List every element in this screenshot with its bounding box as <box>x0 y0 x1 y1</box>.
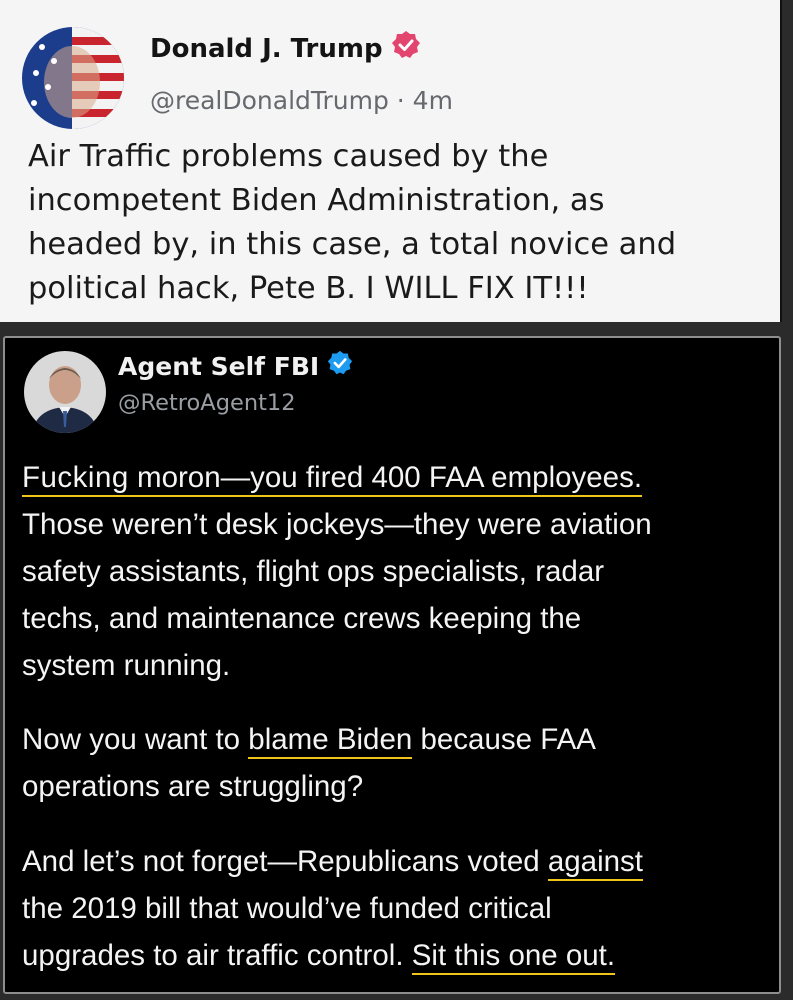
author-name[interactable]: Agent Self FBI <box>118 350 353 382</box>
original-post: Donald J. Trump @realDonaldTrump · 4m Ai… <box>0 0 782 322</box>
reply-post: Agent Self FBI @RetroAgent12 Fucking mor… <box>3 336 781 994</box>
text-line: Now you want to blame Biden because FAA <box>22 716 772 763</box>
text-line: And let’s not forget—Republicans voted a… <box>22 838 772 885</box>
avatar[interactable] <box>22 27 124 129</box>
text-line: operations are struggling? <box>22 770 364 803</box>
text-line: system running. <box>22 649 231 682</box>
text-line: techs, and maintenance crews keeping the <box>22 602 582 635</box>
author-handle[interactable]: @RetroAgent12 <box>118 390 296 416</box>
text-line: Fucking moron—you fired 400 FAA employee… <box>22 454 772 501</box>
text-line: Those weren’t desk jockeys—they were avi… <box>22 508 652 541</box>
reply-paragraph-3: And let’s not forget—Republicans voted a… <box>22 838 772 979</box>
author-handle[interactable]: @realDonaldTrump · 4m <box>150 86 453 115</box>
verified-badge-icon <box>327 350 353 382</box>
censored-word: Fucking <box>22 461 129 494</box>
reply-paragraph-2: Now you want to blame Biden because FAA … <box>22 716 772 810</box>
highlighted-phrase: Sit this one out. <box>411 939 616 975</box>
post-text: Air Traffic problems caused by the incom… <box>28 139 677 306</box>
avatar[interactable] <box>24 351 106 433</box>
highlighted-phrase: blame Biden <box>248 723 413 759</box>
highlighted-phrase: against <box>547 845 643 881</box>
text-line: safety assistants, flight ops specialist… <box>22 555 605 588</box>
verified-badge-icon <box>391 30 421 67</box>
reply-paragraph-1: Fucking moron—you fired 400 FAA employee… <box>22 454 772 689</box>
text-line: the 2019 bill that would’ve funded criti… <box>22 892 552 925</box>
author-name[interactable]: Donald J. Trump <box>150 30 421 67</box>
text-line: upgrades to air traffic control. Sit thi… <box>22 932 772 979</box>
